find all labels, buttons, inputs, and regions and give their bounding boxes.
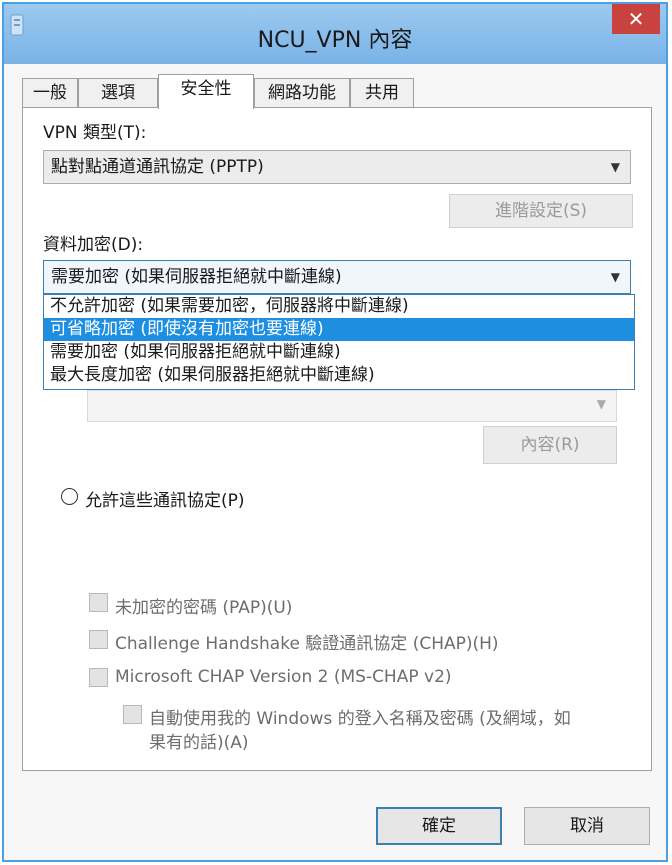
- tab-general[interactable]: 一般: [22, 78, 78, 108]
- properties-button: 內容(R): [483, 426, 617, 464]
- pap-checkbox: [89, 593, 108, 612]
- chevron-down-icon: ▼: [610, 160, 620, 174]
- dropdown-option-no-encryption[interactable]: 不允許加密 (如果需要加密，伺服器將中斷連線): [44, 295, 634, 318]
- properties-window: NCU_VPN 內容 ✕ 一般 選項 安全性 網路功能 共用 VPN 類型(T)…: [2, 2, 668, 862]
- mschap-v2-checkbox: [89, 668, 108, 687]
- eap-method-select: ▼: [87, 390, 617, 422]
- allow-protocols-label: 允許這些通訊協定(P): [85, 491, 245, 511]
- auto-windows-logon-label-line2: 果有的話)(A): [149, 733, 249, 753]
- title-bar[interactable]: NCU_VPN 內容 ✕: [4, 4, 666, 64]
- chevron-down-icon: ▼: [596, 397, 606, 411]
- mschap-v2-label: Microsoft CHAP Version 2 (MS-CHAP v2): [115, 667, 452, 687]
- data-encryption-label: 資料加密(D):: [43, 235, 144, 255]
- chevron-down-icon: ▼: [610, 270, 620, 284]
- tab-options[interactable]: 選項: [78, 78, 158, 108]
- vpn-type-label: VPN 類型(T):: [43, 123, 147, 143]
- ok-button[interactable]: 確定: [376, 807, 502, 845]
- auto-windows-logon-checkbox: [123, 705, 142, 724]
- security-panel: VPN 類型(T): 點對點通道通訊協定 (PPTP) ▼ 進階設定(S) 資料…: [22, 107, 652, 771]
- encryption-dropdown-list: 不允許加密 (如果需要加密，伺服器將中斷連線) 可省略加密 (即使沒有加密也要連…: [43, 294, 635, 390]
- chap-checkbox: [89, 630, 108, 649]
- pap-label: 未加密的密碼 (PAP)(U): [115, 598, 293, 618]
- chap-label: Challenge Handshake 驗證通訊協定 (CHAP)(H): [115, 634, 499, 654]
- tab-sharing[interactable]: 共用: [350, 78, 414, 108]
- dropdown-option-optional-encryption[interactable]: 可省略加密 (即使沒有加密也要連線): [44, 318, 634, 341]
- dropdown-option-require-encryption[interactable]: 需要加密 (如果伺服器拒絕就中斷連線): [44, 341, 634, 364]
- cancel-button[interactable]: 取消: [524, 807, 650, 845]
- advanced-settings-button: 進階設定(S): [449, 194, 633, 228]
- tab-networking[interactable]: 網路功能: [254, 78, 350, 108]
- tab-security[interactable]: 安全性: [158, 74, 254, 109]
- data-encryption-value: 需要加密 (如果伺服器拒絕就中斷連線): [51, 267, 342, 287]
- allow-protocols-radio[interactable]: [61, 488, 78, 505]
- auto-windows-logon-label-line1: 自動使用我的 Windows 的登入名稱及密碼 (及網域，如: [149, 709, 571, 729]
- data-encryption-select[interactable]: 需要加密 (如果伺服器拒絕就中斷連線) ▼: [43, 260, 631, 294]
- dropdown-option-maximum-encryption[interactable]: 最大長度加密 (如果伺服器拒絕就中斷連線): [44, 364, 634, 387]
- close-button[interactable]: ✕: [612, 4, 660, 34]
- vpn-type-value: 點對點通道通訊協定 (PPTP): [51, 157, 264, 177]
- window-title: NCU_VPN 內容: [257, 28, 413, 53]
- vpn-type-select[interactable]: 點對點通道通訊協定 (PPTP) ▼: [43, 150, 631, 184]
